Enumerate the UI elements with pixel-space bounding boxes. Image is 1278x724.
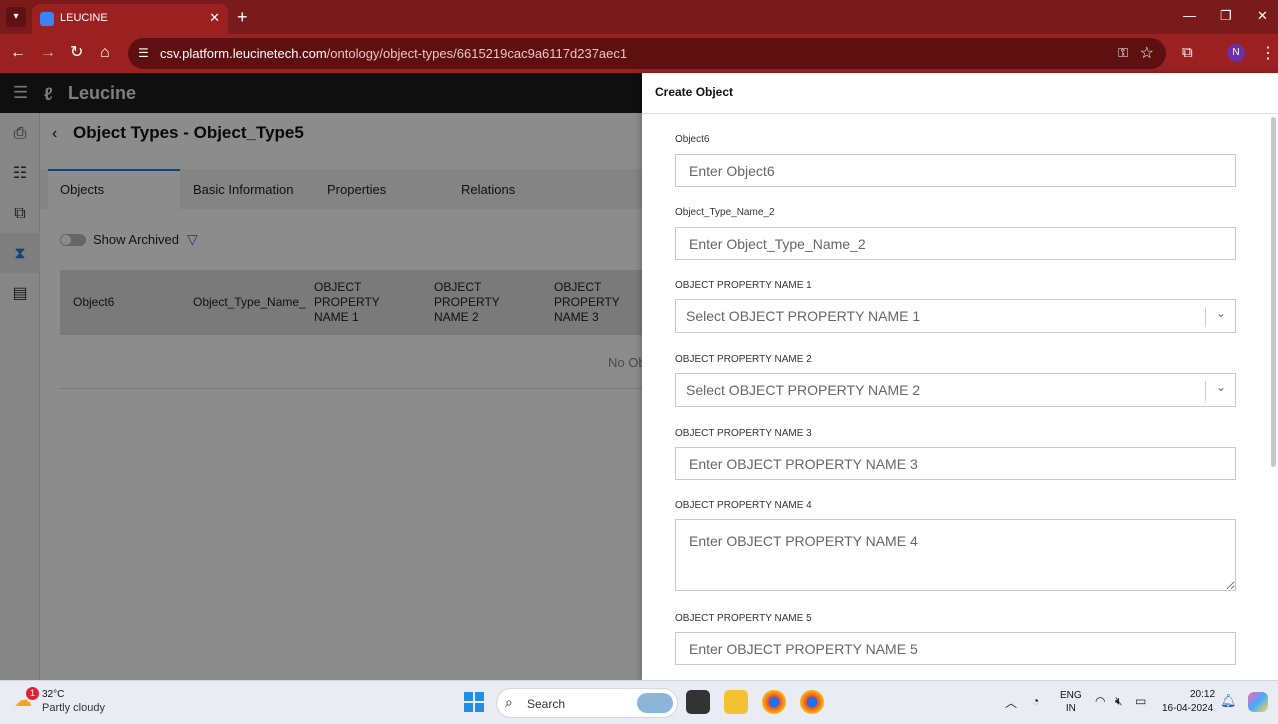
drawer-scrollbar[interactable] xyxy=(1271,117,1276,467)
minimize-button[interactable]: — xyxy=(1183,8,1196,23)
forward-arrow-icon[interactable]: → xyxy=(40,44,56,62)
windows-taskbar: ☁ 1 32°C Partly cloudy ⌕ Search ︿ ◔ ENG … xyxy=(0,680,1278,724)
field-label-property-3: OBJECT PROPERTY NAME 3 xyxy=(675,428,812,439)
field-label-property-1: OBJECT PROPERTY NAME 1 xyxy=(675,280,812,291)
modal-backdrop[interactable] xyxy=(0,73,642,680)
region-code: IN xyxy=(1065,703,1076,714)
property-5-input[interactable] xyxy=(675,632,1236,665)
property-3-input[interactable] xyxy=(675,447,1236,480)
taskbar-search[interactable]: ⌕ Search xyxy=(496,688,678,718)
home-icon[interactable]: ⌂ xyxy=(100,44,110,62)
file-explorer-icon[interactable] xyxy=(724,690,748,714)
select-separator xyxy=(1205,307,1206,327)
search-icon: ⌕ xyxy=(505,694,513,710)
select-separator xyxy=(1205,381,1206,401)
app-area: ☰ ℓ Leucine ⎙ ☷ ⧉ ⧗ ▤ ‹ Object Types - O… xyxy=(0,73,1278,680)
clock-date[interactable]: 16-04-2024 xyxy=(1162,703,1213,714)
address-bar[interactable]: ☰ csv.platform.leucinetech.com/ontology/… xyxy=(128,38,1166,69)
browser-toolbar: ← → ↻ ⌂ ☰ csv.platform.leucinetech.com/o… xyxy=(0,34,1278,73)
leucine-favicon-icon xyxy=(40,12,54,26)
back-arrow-icon[interactable]: ← xyxy=(10,44,26,62)
task-view-icon[interactable] xyxy=(686,690,710,714)
extensions-icon[interactable]: ⧉ xyxy=(1182,44,1193,61)
field-label-property-5: OBJECT PROPERTY NAME 5 xyxy=(675,613,812,624)
site-info-icon[interactable]: ☰ xyxy=(138,46,149,60)
wifi-icon[interactable]: ◠ xyxy=(1095,694,1105,708)
weather-alert-badge: 1 xyxy=(26,687,39,700)
property-2-select[interactable]: Select OBJECT PROPERTY NAME 2 ⌄ xyxy=(675,373,1236,407)
chevron-down-icon[interactable]: ⌄ xyxy=(1216,306,1226,320)
battery-icon[interactable]: ▭ xyxy=(1135,694,1146,708)
browser-tab-bar: ▾ LEUCINE ✕ + — ❐ ✕ xyxy=(0,0,1278,34)
speaker-muted-icon[interactable]: 🔇︎ xyxy=(1115,694,1123,709)
reload-icon[interactable]: ↻ xyxy=(70,44,83,62)
drawer-title: Create Object xyxy=(655,85,734,99)
weather-description[interactable]: Partly cloudy xyxy=(42,702,105,714)
search-label: Search xyxy=(527,697,566,711)
chrome-profile-n2-icon[interactable] xyxy=(800,690,824,714)
field-label-property-4: OBJECT PROPERTY NAME 4 xyxy=(675,500,812,511)
profile-avatar[interactable]: N xyxy=(1227,44,1245,62)
language-code: ENG xyxy=(1060,690,1082,701)
clock-time[interactable]: 20:12 xyxy=(1190,689,1215,700)
chrome-profile-n-icon[interactable] xyxy=(762,690,786,714)
url-host: csv.platform.leucinetech.com xyxy=(160,46,327,61)
update-status-icon[interactable]: ◔ xyxy=(1032,694,1039,708)
bookmark-star-icon[interactable]: ☆ xyxy=(1140,43,1154,63)
property-4-textarea[interactable] xyxy=(675,519,1236,591)
chevron-down-icon[interactable]: ⌄ xyxy=(1216,380,1226,394)
new-tab-button[interactable]: + xyxy=(237,7,248,27)
copilot-icon[interactable] xyxy=(1248,692,1268,712)
language-indicator[interactable]: ENG IN xyxy=(1060,689,1082,715)
browser-tab[interactable]: LEUCINE ✕ xyxy=(32,4,228,34)
tab-search-button[interactable]: ▾ xyxy=(6,7,26,27)
create-object-drawer: Create Object Object6 Object_Type_Name_2… xyxy=(642,73,1278,680)
property-1-select[interactable]: Select OBJECT PROPERTY NAME 1 ⌄ xyxy=(675,299,1236,333)
select-placeholder: Select OBJECT PROPERTY NAME 2 xyxy=(686,382,921,398)
windows-start-icon[interactable] xyxy=(464,692,484,712)
field-label-object-type-name-2: Object_Type_Name_2 xyxy=(675,207,775,218)
drawer-header: Create Object xyxy=(642,73,1278,114)
object6-input[interactable] xyxy=(675,154,1236,187)
maximize-button[interactable]: ❐ xyxy=(1220,8,1232,24)
field-label-object6: Object6 xyxy=(675,134,710,145)
field-label-property-2: OBJECT PROPERTY NAME 2 xyxy=(675,354,812,365)
object-type-name-2-input[interactable] xyxy=(675,227,1236,260)
notification-bell-icon[interactable]: 🔔︎ xyxy=(1220,693,1237,709)
tab-title: LEUCINE xyxy=(60,12,108,24)
search-highlight-image xyxy=(637,693,673,713)
url-text[interactable]: csv.platform.leucinetech.com/ontology/ob… xyxy=(160,46,627,61)
url-path: /ontology/object-types/6615219cac9a6117d… xyxy=(326,46,628,61)
select-placeholder: Select OBJECT PROPERTY NAME 1 xyxy=(686,308,921,324)
password-key-icon[interactable]: ⚿ xyxy=(1118,45,1128,61)
tab-close-icon[interactable]: ✕ xyxy=(209,10,220,26)
weather-temperature[interactable]: 32°C xyxy=(42,689,64,700)
tray-overflow-chevron-icon[interactable]: ︿ xyxy=(1005,694,1017,711)
browser-menu-icon[interactable]: ⋮ xyxy=(1260,43,1276,63)
close-window-button[interactable]: ✕ xyxy=(1257,8,1268,24)
